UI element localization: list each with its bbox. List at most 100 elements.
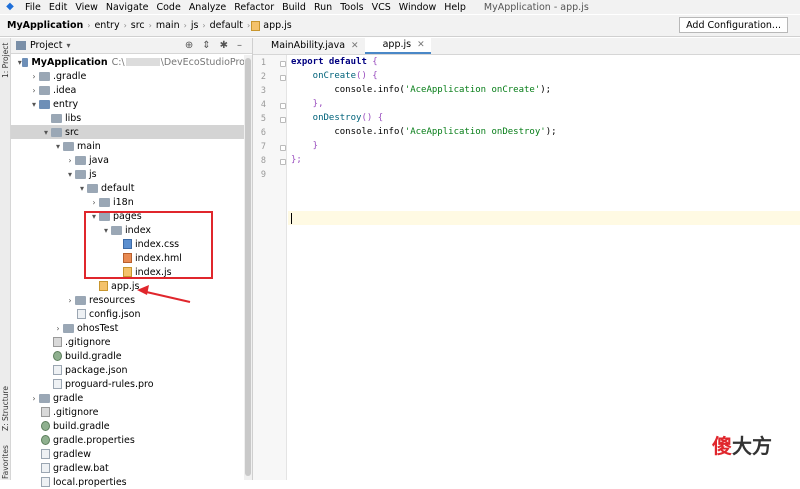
- tree-item-package-json[interactable]: package.json: [11, 363, 245, 377]
- tree-item-app-js[interactable]: app.js: [11, 279, 245, 293]
- tree-item-ohostest[interactable]: › ohosTest: [11, 321, 245, 335]
- menu-build[interactable]: Build: [278, 2, 310, 13]
- project-tool-tab[interactable]: 1: Project: [0, 40, 11, 80]
- tree-item-config-json[interactable]: config.json: [11, 307, 245, 321]
- menu-file[interactable]: File: [21, 2, 45, 13]
- close-icon[interactable]: ✕: [351, 41, 359, 51]
- breadcrumb-item[interactable]: src: [128, 20, 148, 31]
- chevron-right-icon[interactable]: ›: [65, 296, 75, 305]
- fold-marker-icon[interactable]: [280, 117, 286, 123]
- collapse-all-icon[interactable]: ⇕: [202, 40, 210, 51]
- tree-item-gradlew[interactable]: gradlew: [11, 447, 245, 461]
- menu-run[interactable]: Run: [310, 2, 336, 13]
- breadcrumb-item[interactable]: js: [188, 20, 202, 31]
- fold-marker-icon[interactable]: [280, 145, 286, 151]
- tree-item-default[interactable]: ▾ default: [11, 181, 245, 195]
- chevron-down-icon[interactable]: ▾: [53, 142, 63, 151]
- tree-item-gradle-properties[interactable]: gradle.properties: [11, 433, 245, 447]
- tree-item-build-gradle[interactable]: build.gradle: [11, 349, 245, 363]
- tree-item-java[interactable]: › java: [11, 153, 245, 167]
- tree-item-label: i18n: [113, 196, 134, 208]
- breadcrumb: MyApplication › entry › src › main › js › def…: [0, 20, 295, 31]
- redacted-path: [125, 58, 160, 66]
- structure-tool-tab[interactable]: Z: Structure: [0, 378, 11, 440]
- add-configuration-button[interactable]: Add Configuration...: [679, 17, 788, 33]
- tree-item-js[interactable]: ▾ js: [11, 167, 245, 181]
- chevron-down-icon[interactable]: ▾: [29, 100, 39, 109]
- menu-help[interactable]: Help: [440, 2, 470, 13]
- locate-icon[interactable]: ⊕: [185, 40, 193, 51]
- breadcrumb-item[interactable]: MyApplication: [4, 20, 86, 31]
- chevron-right-icon[interactable]: ›: [53, 324, 63, 333]
- line-number: 2: [260, 72, 266, 82]
- chevron-right-icon[interactable]: ›: [29, 72, 39, 81]
- chevron-right-icon[interactable]: ›: [29, 86, 39, 95]
- tree-item-myapplication[interactable]: ▾ MyApplication C:\ \DevEcoStudioPro: [11, 55, 245, 69]
- tree-item-resources[interactable]: › resources: [11, 293, 245, 307]
- project-path-prefix: C:\: [111, 56, 125, 68]
- code-function: onDestroy: [291, 113, 362, 123]
- breadcrumb-item[interactable]: default: [207, 20, 246, 31]
- tree-item-entry[interactable]: ▾ entry: [11, 97, 245, 111]
- navigation-bar: MyApplication › entry › src › main › js › def…: [0, 15, 800, 37]
- tree-item-libs[interactable]: libs: [11, 111, 245, 125]
- line-number: 5: [260, 114, 266, 124]
- code-text: );: [540, 85, 552, 95]
- chevron-down-icon[interactable]: ▾: [65, 170, 75, 179]
- fold-marker-icon[interactable]: [280, 75, 286, 81]
- code-area[interactable]: export default { onCreate() { console.in…: [291, 55, 800, 165]
- line-number: 3: [260, 86, 266, 96]
- tab-mainability-java[interactable]: MainAbility.java ✕: [253, 37, 365, 54]
- tree-item-local-properties[interactable]: local.properties: [11, 475, 245, 489]
- code-bracket: () {: [361, 113, 384, 123]
- hide-icon[interactable]: –: [237, 40, 242, 51]
- menu-code[interactable]: Code: [152, 2, 184, 13]
- menu-navigate[interactable]: Navigate: [102, 2, 153, 13]
- tree-item-gradlew-bat[interactable]: gradlew.bat: [11, 461, 245, 475]
- tree-item-gradle[interactable]: › gradle: [11, 391, 245, 405]
- tree-item-main[interactable]: ▾ main: [11, 139, 245, 153]
- tree-item-label: build.gradle: [65, 350, 122, 362]
- menu-window[interactable]: Window: [395, 2, 440, 13]
- tree-scrollbar[interactable]: [244, 55, 252, 480]
- chevron-right-icon[interactable]: ›: [65, 156, 75, 165]
- scrollbar-thumb[interactable]: [245, 58, 251, 476]
- annotation-highlight-box: [84, 211, 213, 279]
- code-line-1: export default {: [291, 55, 378, 69]
- project-panel-header: Project ▾ ⊕ ⇕ ✱ –: [11, 38, 252, 54]
- tree-item-proguard[interactable]: proguard-rules.pro: [11, 377, 245, 391]
- fold-marker-icon[interactable]: [280, 103, 286, 109]
- chevron-down-icon[interactable]: ▾: [41, 128, 51, 137]
- chevron-down-icon[interactable]: ▾: [67, 41, 71, 50]
- close-icon[interactable]: ✕: [417, 40, 425, 50]
- breadcrumb-item[interactable]: entry: [91, 20, 122, 31]
- menu-view[interactable]: View: [71, 2, 102, 13]
- tab-app-js[interactable]: app.js ✕: [364, 37, 431, 54]
- tree-item-idea[interactable]: › .idea: [11, 83, 245, 97]
- tree-item-i18n[interactable]: › i18n: [11, 195, 245, 209]
- chevron-down-icon[interactable]: ▾: [77, 184, 87, 193]
- tree-item-gitignore-root[interactable]: .gitignore: [11, 405, 245, 419]
- tree-item-gitignore[interactable]: .gitignore: [11, 335, 245, 349]
- fold-marker-icon[interactable]: [280, 159, 286, 165]
- breadcrumb-item[interactable]: main: [153, 20, 183, 31]
- tree-item-gradle-dir[interactable]: › .gradle: [11, 69, 245, 83]
- favorites-tool-tab[interactable]: Favorites: [0, 444, 11, 480]
- breadcrumb-item[interactable]: app.js: [263, 20, 295, 31]
- tree-item-src[interactable]: ▾ src: [11, 125, 245, 139]
- code-string: 'AceApplication onCreate': [404, 85, 541, 95]
- menu-refactor[interactable]: Refactor: [230, 2, 278, 13]
- code-editor: MainAbility.java ✕ app.js ✕ 1 2 3 4 5 6 …: [253, 37, 800, 480]
- fold-marker-icon[interactable]: [280, 61, 286, 67]
- chevron-right-icon[interactable]: ›: [89, 198, 99, 207]
- tab-label: app.js: [382, 39, 412, 50]
- gear-icon[interactable]: ✱: [220, 40, 228, 51]
- menu-vcs[interactable]: VCS: [368, 2, 395, 13]
- tree-item-build-gradle-root[interactable]: build.gradle: [11, 419, 245, 433]
- folder-icon: [87, 183, 98, 193]
- project-panel-title[interactable]: Project: [30, 40, 63, 51]
- menu-analyze[interactable]: Analyze: [185, 2, 230, 13]
- chevron-right-icon[interactable]: ›: [29, 394, 39, 403]
- menu-edit[interactable]: Edit: [45, 2, 71, 13]
- menu-tools[interactable]: Tools: [336, 2, 367, 13]
